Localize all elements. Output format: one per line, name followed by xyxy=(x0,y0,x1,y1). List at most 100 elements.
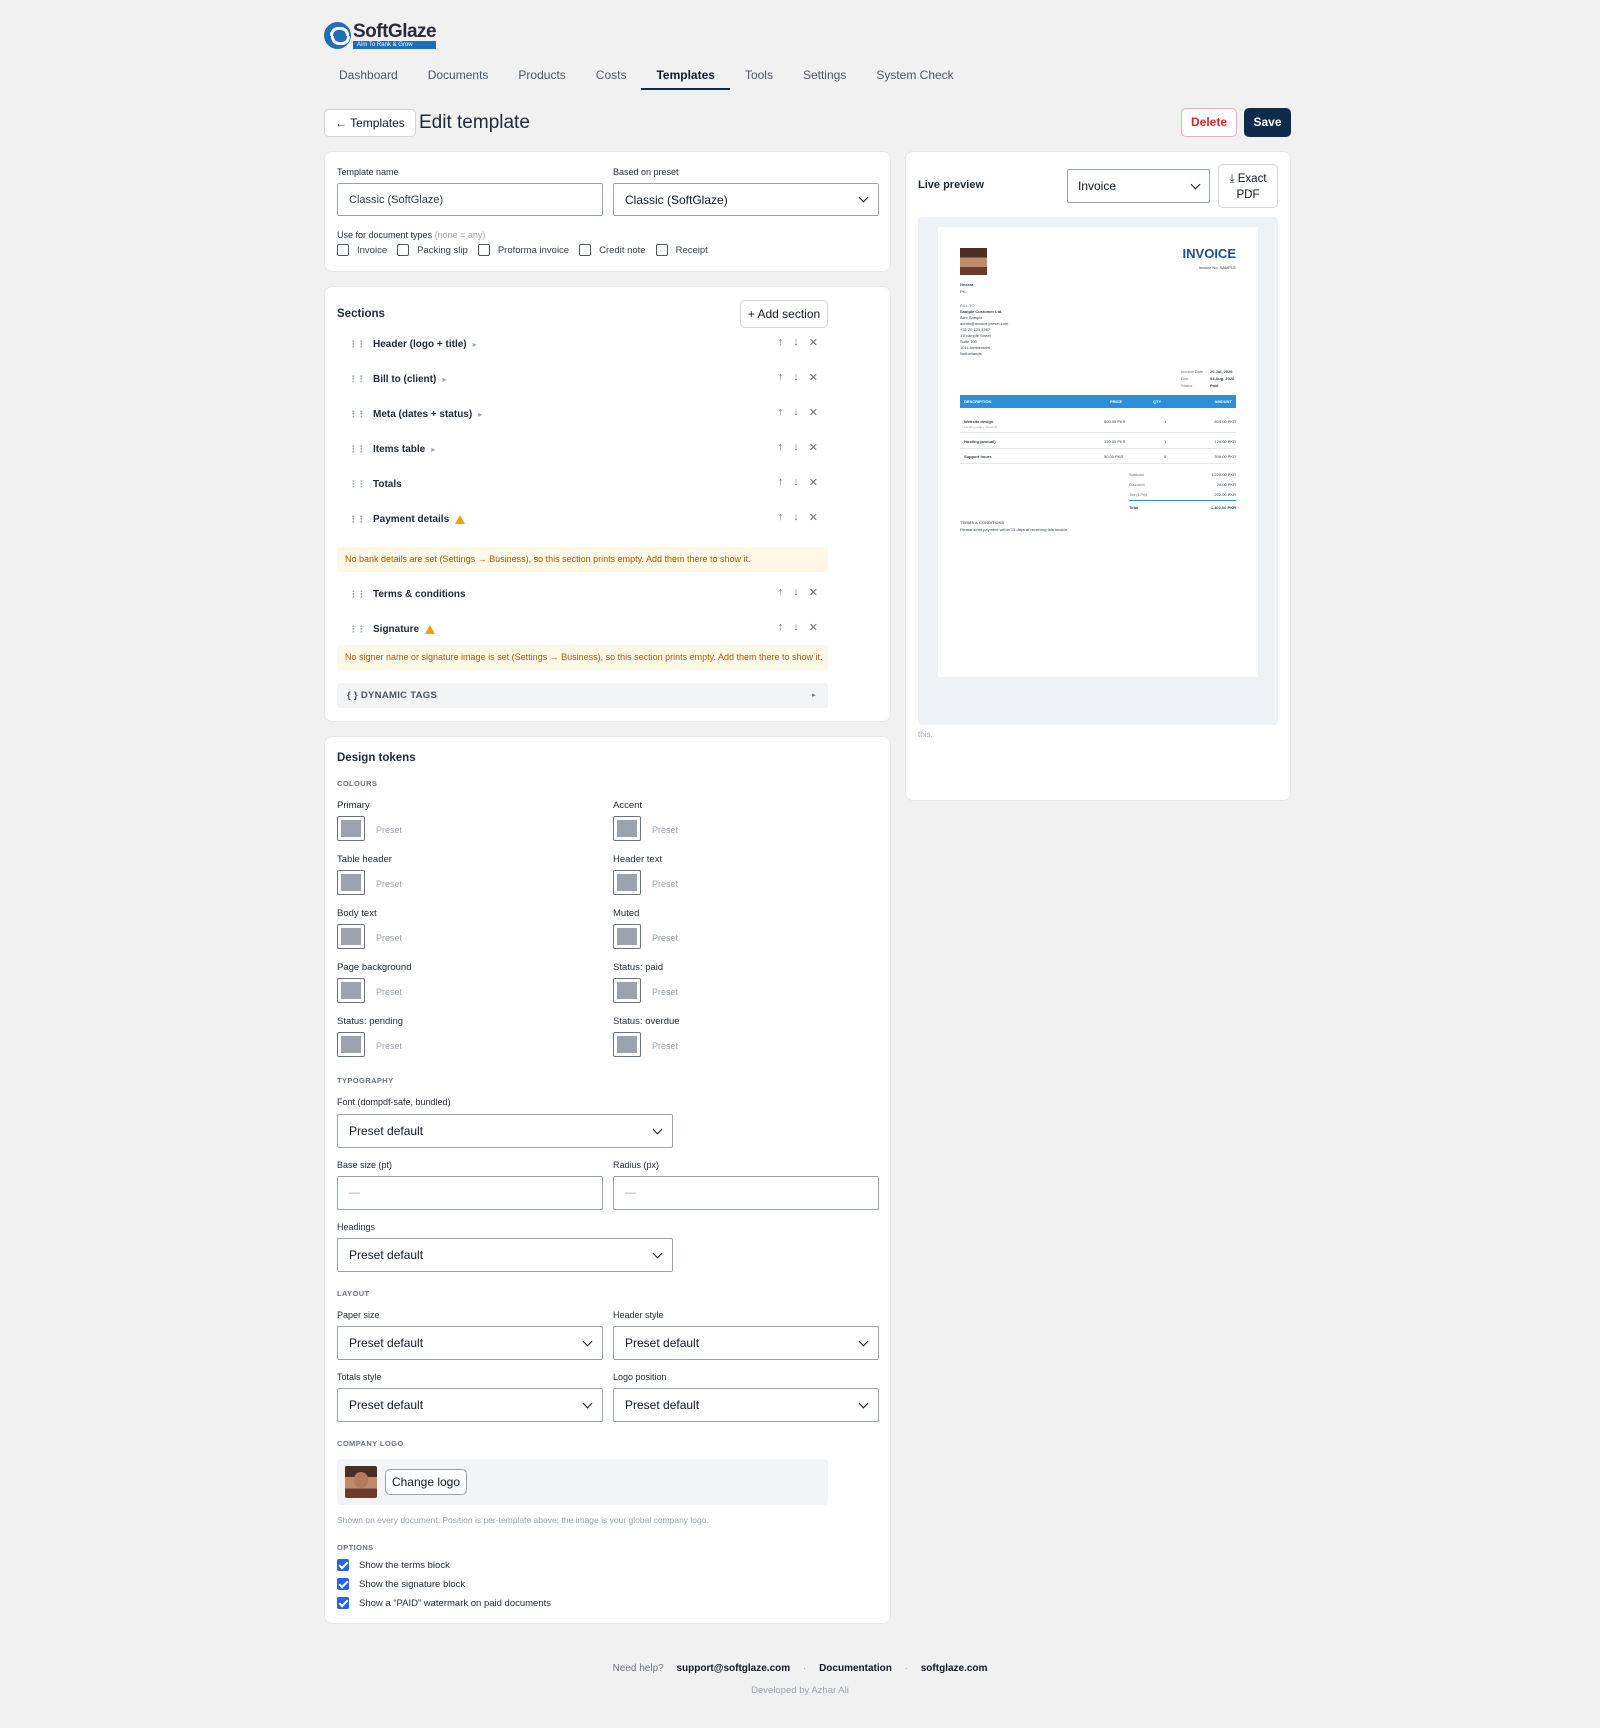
checkbox[interactable] xyxy=(477,244,490,256)
checkbox[interactable] xyxy=(579,244,592,256)
remove-icon[interactable]: ✕ xyxy=(809,586,818,599)
logo-position-select[interactable]: Preset default xyxy=(613,1388,879,1422)
nav-templates[interactable]: Templates xyxy=(641,60,731,90)
drag-handle-icon[interactable]: ⋮⋮ xyxy=(349,444,366,455)
section-row-totals[interactable]: ⋮⋮ Totals ↑ ↓ ✕ xyxy=(337,469,828,499)
move-down-icon[interactable]: ↓ xyxy=(793,336,799,349)
section-row-terms[interactable]: ⋮⋮ Terms & conditions ↑ ↓ ✕ xyxy=(337,579,828,609)
move-up-icon[interactable]: ↑ xyxy=(778,586,784,599)
move-down-icon[interactable]: ↓ xyxy=(793,441,799,454)
change-logo-button[interactable]: Change logo xyxy=(385,1469,467,1495)
move-down-icon[interactable]: ↓ xyxy=(793,371,799,384)
nav-costs[interactable]: Costs xyxy=(581,60,642,90)
option-show-terms[interactable]: Show the terms block xyxy=(337,1559,450,1571)
move-up-icon[interactable]: ↑ xyxy=(778,511,784,524)
template-name-input[interactable]: Classic (SoftGlaze) xyxy=(337,183,603,216)
doc-type-invoice[interactable]: Invoice xyxy=(337,244,387,256)
colour-swatch-primary[interactable] xyxy=(337,816,365,841)
nav-tools[interactable]: Tools xyxy=(730,60,788,90)
section-row-meta[interactable]: ⋮⋮ Meta (dates + status) ▸ ↑ ↓ ✕ xyxy=(337,399,828,429)
radius-input[interactable]: — xyxy=(613,1176,879,1210)
doc-type-packing-slip[interactable]: Packing slip xyxy=(397,244,468,256)
move-up-icon[interactable]: ↑ xyxy=(778,441,784,454)
remove-icon[interactable]: ✕ xyxy=(809,406,818,419)
paper-size-select[interactable]: Preset default xyxy=(337,1326,603,1360)
option-paid-watermark[interactable]: Show a “PAID” watermark on paid document… xyxy=(337,1597,551,1609)
brand-logo[interactable]: SoftGlaze Aim To Rank & Grow xyxy=(324,20,437,50)
expand-icon[interactable]: ▸ xyxy=(442,375,446,384)
doc-type-credit-note[interactable]: Credit note xyxy=(579,244,646,256)
colour-swatch-page-background[interactable] xyxy=(337,978,365,1003)
drag-handle-icon[interactable]: ⋮⋮ xyxy=(349,624,366,635)
move-up-icon[interactable]: ↑ xyxy=(778,336,784,349)
colour-swatch-accent[interactable] xyxy=(613,816,641,841)
footer-support-link[interactable]: support@softglaze.com xyxy=(677,1663,791,1674)
colour-swatch-muted[interactable] xyxy=(613,924,641,949)
expand-icon[interactable]: ▸ xyxy=(478,410,482,419)
drag-handle-icon[interactable]: ⋮⋮ xyxy=(349,339,366,350)
move-down-icon[interactable]: ↓ xyxy=(793,511,799,524)
back-to-templates-button[interactable]: ← Templates xyxy=(324,109,416,137)
checkbox[interactable] xyxy=(397,244,410,256)
footer-docs-link[interactable]: Documentation xyxy=(819,1663,892,1674)
remove-icon[interactable]: ✕ xyxy=(809,441,818,454)
section-row-header[interactable]: ⋮⋮ Header (logo + title) ▸ ↑ ↓ ✕ xyxy=(337,329,828,359)
drag-handle-icon[interactable]: ⋮⋮ xyxy=(349,409,366,420)
preset-select[interactable]: Classic (SoftGlaze) xyxy=(613,183,879,216)
nav-system-check[interactable]: System Check xyxy=(861,60,968,90)
section-row-bill-to[interactable]: ⋮⋮ Bill to (client) ▸ ↑ ↓ ✕ xyxy=(337,364,828,394)
move-down-icon[interactable]: ↓ xyxy=(793,406,799,419)
checkbox[interactable] xyxy=(655,244,668,256)
remove-icon[interactable]: ✕ xyxy=(809,336,818,349)
dynamic-tags-toggle[interactable]: { } DYNAMIC TAGS ▸ xyxy=(337,683,828,708)
add-section-button[interactable]: + Add section xyxy=(740,300,828,328)
colour-swatch-table-header[interactable] xyxy=(337,870,365,895)
nav-documents[interactable]: Documents xyxy=(413,60,504,90)
headings-select[interactable]: Preset default xyxy=(337,1238,673,1272)
section-row-signature[interactable]: ⋮⋮ Signature ↑ ↓ ✕ xyxy=(337,614,828,644)
doc-type-proforma-invoice[interactable]: Proforma invoice xyxy=(477,244,569,256)
preview-canvas[interactable]: INVOICE Invoice No. SAMPLE Nexara PK BIL… xyxy=(918,217,1278,725)
checkbox[interactable] xyxy=(337,1578,349,1590)
remove-icon[interactable]: ✕ xyxy=(809,511,818,524)
nav-dashboard[interactable]: Dashboard xyxy=(324,60,413,90)
move-down-icon[interactable]: ↓ xyxy=(793,586,799,599)
nav-settings[interactable]: Settings xyxy=(788,60,861,90)
nav-products[interactable]: Products xyxy=(503,60,580,90)
checkbox[interactable] xyxy=(337,1559,349,1571)
move-down-icon[interactable]: ↓ xyxy=(793,621,799,634)
drag-handle-icon[interactable]: ⋮⋮ xyxy=(349,514,366,525)
drag-handle-icon[interactable]: ⋮⋮ xyxy=(349,589,366,600)
delete-button[interactable]: Delete xyxy=(1181,108,1237,137)
header-style-select[interactable]: Preset default xyxy=(613,1326,879,1360)
move-down-icon[interactable]: ↓ xyxy=(793,476,799,489)
option-show-signature[interactable]: Show the signature block xyxy=(337,1578,465,1590)
move-up-icon[interactable]: ↑ xyxy=(778,406,784,419)
colour-swatch-status-pending[interactable] xyxy=(337,1032,365,1057)
section-row-payment[interactable]: ⋮⋮ Payment details ↑ ↓ ✕ xyxy=(337,504,828,534)
exact-pdf-button[interactable]: ⤓ Exact PDF xyxy=(1218,164,1278,208)
footer-site-link[interactable]: softglaze.com xyxy=(921,1663,988,1674)
remove-icon[interactable]: ✕ xyxy=(809,476,818,489)
move-up-icon[interactable]: ↑ xyxy=(778,621,784,634)
move-up-icon[interactable]: ↑ xyxy=(778,476,784,489)
colour-swatch-body-text[interactable] xyxy=(337,924,365,949)
section-row-items-table[interactable]: ⋮⋮ Items table ▸ ↑ ↓ ✕ xyxy=(337,434,828,464)
remove-icon[interactable]: ✕ xyxy=(809,371,818,384)
save-button[interactable]: Save xyxy=(1244,108,1291,137)
font-select[interactable]: Preset default xyxy=(337,1114,673,1148)
colour-swatch-header-text[interactable] xyxy=(613,870,641,895)
drag-handle-icon[interactable]: ⋮⋮ xyxy=(349,479,366,490)
colour-swatch-status-overdue[interactable] xyxy=(613,1032,641,1057)
checkbox[interactable] xyxy=(337,244,349,256)
drag-handle-icon[interactable]: ⋮⋮ xyxy=(349,374,366,385)
base-size-input[interactable]: — xyxy=(337,1176,603,1210)
doc-type-receipt[interactable]: Receipt xyxy=(655,244,708,256)
move-up-icon[interactable]: ↑ xyxy=(778,371,784,384)
checkbox[interactable] xyxy=(337,1597,349,1609)
colour-swatch-status-paid[interactable] xyxy=(613,978,641,1003)
preview-doc-type-select[interactable]: Invoice xyxy=(1067,169,1210,203)
expand-icon[interactable]: ▸ xyxy=(431,445,435,454)
expand-icon[interactable]: ▸ xyxy=(473,340,477,349)
totals-style-select[interactable]: Preset default xyxy=(337,1388,603,1422)
